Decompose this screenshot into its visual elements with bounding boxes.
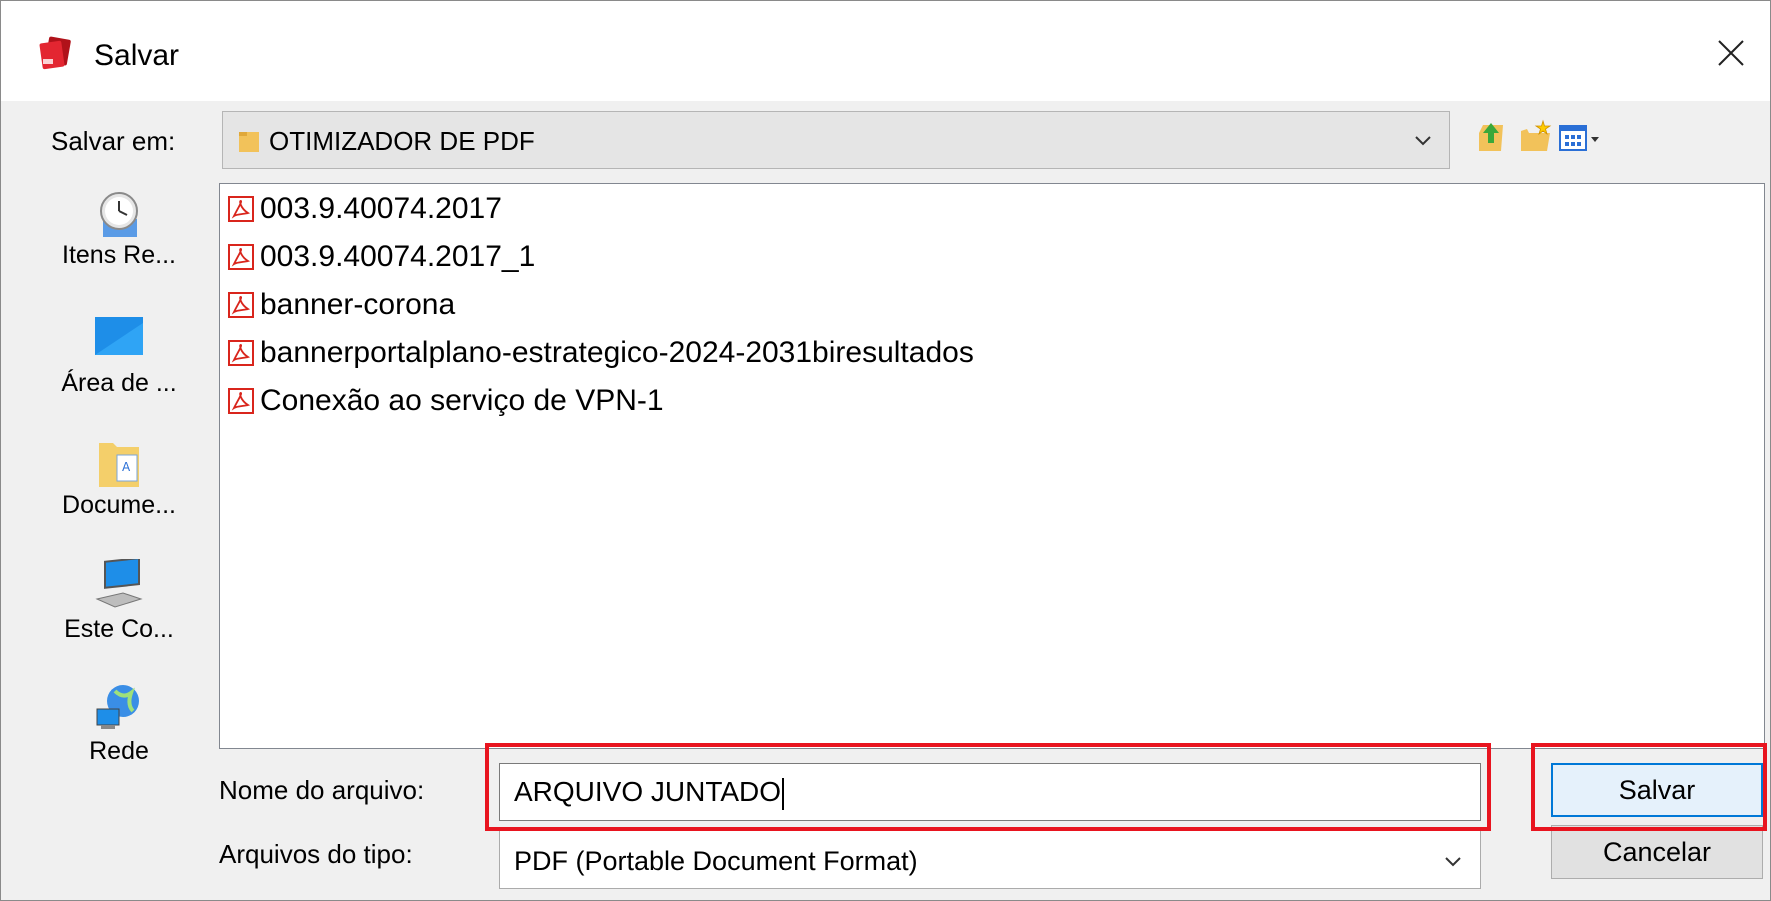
cancel-button[interactable]: Cancelar — [1551, 825, 1763, 879]
title-bar: Salvar — [1, 1, 1770, 101]
place-label: Este Co... — [64, 615, 174, 643]
place-this-computer[interactable]: Este Co... — [35, 557, 203, 689]
filename-input[interactable]: ARQUIVO JUNTADO — [499, 763, 1481, 821]
network-icon — [96, 685, 139, 729]
place-label: Área de ... — [61, 369, 177, 397]
pdf-icon — [228, 388, 254, 414]
dialog-title: Salvar — [94, 39, 180, 72]
save-button[interactable]: Salvar — [1551, 763, 1763, 817]
view-menu-icon[interactable] — [1557, 117, 1607, 157]
place-label: Docume... — [62, 491, 176, 519]
place-recent-items[interactable]: Itens Re... — [35, 183, 203, 315]
pdf-app-icon — [39, 36, 71, 70]
svg-text:A: A — [122, 460, 131, 474]
close-button[interactable] — [1701, 23, 1761, 83]
list-item[interactable]: 003.9.40074.2017 — [228, 184, 502, 234]
pdf-icon — [228, 196, 254, 222]
desktop-icon — [95, 317, 143, 355]
list-item[interactable]: banner-corona — [228, 280, 455, 330]
file-name: Conexão ao serviço de VPN-1 — [260, 384, 664, 417]
filetype-dropdown[interactable]: PDF (Portable Document Format) — [499, 829, 1481, 889]
save-in-label: Salvar em: — [51, 126, 176, 156]
close-icon — [1718, 40, 1744, 66]
list-item[interactable]: bannerportalplano-estrategico-2024-2031b… — [228, 328, 974, 378]
file-name: bannerportalplano-estrategico-2024-2031b… — [260, 336, 974, 369]
file-list[interactable]: 003.9.40074.2017 003.9.40074.2017_1 bann… — [219, 183, 1765, 749]
pdf-icon — [228, 244, 254, 270]
place-network[interactable]: Rede — [35, 679, 203, 811]
file-name: 003.9.40074.2017 — [260, 192, 502, 225]
computer-icon — [95, 559, 143, 608]
place-desktop[interactable]: Área de ... — [35, 311, 203, 443]
save-dialog: Salvar Salvar em: OTIMIZADOR DE PDF Iten… — [0, 0, 1771, 901]
filename-label: Nome do arquivo: — [219, 775, 425, 805]
filetype-label: Arquivos do tipo: — [219, 839, 413, 869]
file-name: 003.9.40074.2017_1 — [260, 240, 536, 273]
new-folder-icon[interactable] — [1517, 117, 1553, 157]
filetype-value: PDF (Portable Document Format) — [514, 846, 918, 876]
list-item[interactable]: 003.9.40074.2017_1 — [228, 232, 535, 282]
chevron-down-icon — [1415, 136, 1431, 146]
current-folder-name: OTIMIZADOR DE PDF — [269, 126, 535, 156]
up-one-level-icon[interactable] — [1473, 117, 1509, 157]
pdf-icon — [228, 292, 254, 318]
recent-items-icon — [100, 192, 138, 237]
place-label: Rede — [89, 737, 149, 765]
place-documents[interactable]: A Docume... — [35, 433, 203, 565]
documents-icon: A — [99, 443, 139, 487]
file-name: banner-corona — [260, 288, 456, 321]
places-bar: Itens Re... Área de ... A Docume... Este… — [35, 183, 203, 892]
save-in-dropdown[interactable]: OTIMIZADOR DE PDF — [222, 111, 1450, 169]
folder-icon — [239, 132, 259, 152]
filename-value: ARQUIVO JUNTADO — [514, 776, 782, 807]
pdf-icon — [228, 340, 254, 366]
text-caret — [782, 777, 785, 810]
chevron-down-icon — [1445, 857, 1461, 867]
place-label: Itens Re... — [62, 241, 176, 269]
list-item[interactable]: Conexão ao serviço de VPN-1 — [228, 376, 664, 426]
